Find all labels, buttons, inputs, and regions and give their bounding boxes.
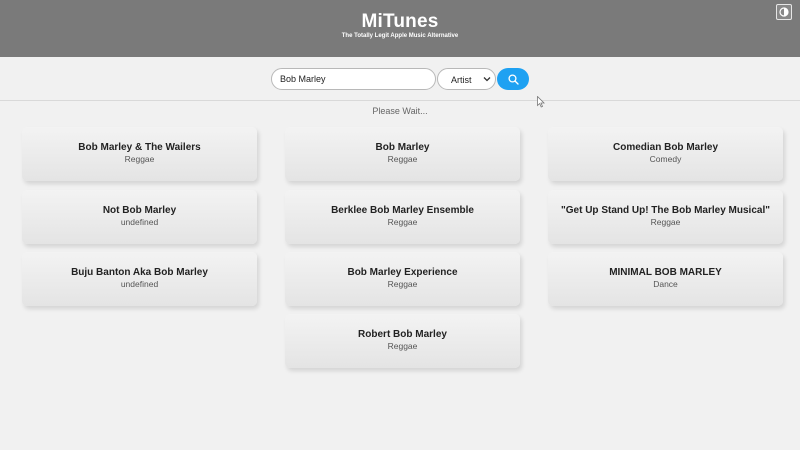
artist-genre: undefined xyxy=(120,217,159,227)
artist-name: MINIMAL BOB MARLEY xyxy=(609,267,722,278)
artist-name: Not Bob Marley xyxy=(102,205,177,216)
app-header: MiTunes The Totally Legit Apple Music Al… xyxy=(0,0,800,57)
artist-card[interactable]: MINIMAL BOB MARLEY Dance xyxy=(548,252,783,306)
artist-name: Bob Marley xyxy=(375,142,430,153)
artist-name: Bob Marley Experience xyxy=(347,267,458,278)
artist-name: Bob Marley & The Wailers xyxy=(78,142,201,153)
artist-genre: Reggae xyxy=(387,217,418,227)
artist-card[interactable]: Bob Marley Experience Reggae xyxy=(285,252,520,306)
mouse-cursor-icon xyxy=(537,95,545,108)
artist-genre: Reggae xyxy=(650,217,681,227)
divider xyxy=(0,100,800,101)
artist-card[interactable]: Bob Marley & The Wailers Reggae xyxy=(22,127,257,181)
artist-name: "Get Up Stand Up! The Bob Marley Musical… xyxy=(561,205,770,216)
artist-card[interactable]: Berklee Bob Marley Ensemble Reggae xyxy=(285,190,520,244)
app-subtitle: The Totally Legit Apple Music Alternativ… xyxy=(341,33,459,39)
artist-name: Berklee Bob Marley Ensemble xyxy=(331,205,474,216)
artist-name: Robert Bob Marley xyxy=(358,329,447,340)
search-type-value: Artist xyxy=(451,75,472,85)
artist-genre: undefined xyxy=(120,279,159,289)
artist-genre: Comedy xyxy=(649,154,682,164)
contrast-icon xyxy=(779,7,789,17)
artist-card[interactable]: Robert Bob Marley Reggae xyxy=(285,314,520,368)
status-text: Please Wait... xyxy=(372,106,428,116)
artist-genre: Reggae xyxy=(124,154,155,164)
search-input[interactable] xyxy=(271,68,436,90)
artist-genre: Reggae xyxy=(387,279,418,289)
artist-genre: Reggae xyxy=(387,154,418,164)
artist-genre: Reggae xyxy=(387,341,418,351)
artist-card[interactable]: Comedian Bob Marley Comedy xyxy=(548,127,783,181)
artist-name: Comedian Bob Marley xyxy=(612,142,719,153)
artist-card[interactable]: Not Bob Marley undefined xyxy=(22,190,257,244)
search-button[interactable] xyxy=(497,68,529,90)
artist-name: Buju Banton Aka Bob Marley xyxy=(71,267,208,278)
app-title: MiTunes xyxy=(361,11,439,32)
artist-card[interactable]: "Get Up Stand Up! The Bob Marley Musical… xyxy=(548,190,783,244)
search-icon xyxy=(507,73,519,85)
artist-card[interactable]: Bob Marley Reggae xyxy=(285,127,520,181)
artist-genre: Dance xyxy=(653,279,678,289)
chevron-down-icon xyxy=(483,75,491,83)
artist-card[interactable]: Buju Banton Aka Bob Marley undefined xyxy=(22,252,257,306)
search-bar: Artist xyxy=(0,68,800,90)
theme-toggle-button[interactable] xyxy=(776,4,792,20)
search-type-select[interactable]: Artist xyxy=(437,68,496,90)
